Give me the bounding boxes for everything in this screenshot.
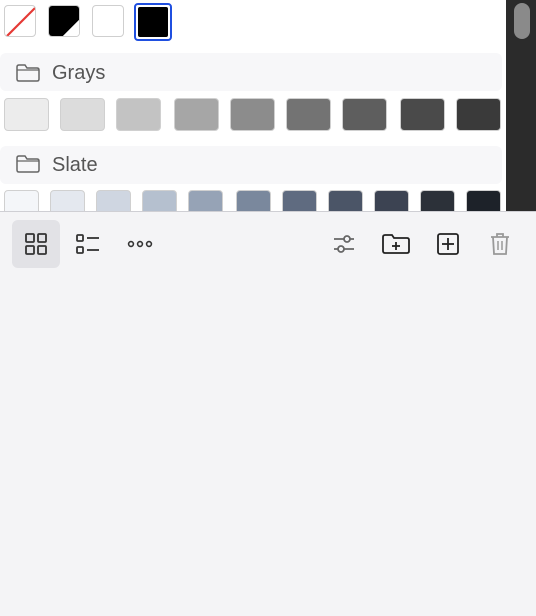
- plus-square-icon: [437, 233, 459, 255]
- more-icon: [127, 240, 153, 248]
- swatch[interactable]: [142, 190, 177, 211]
- group-label-grays: Grays: [52, 62, 106, 84]
- swatch-black-white[interactable]: [48, 5, 80, 37]
- swatch[interactable]: [96, 190, 131, 211]
- swatch[interactable]: [456, 98, 501, 131]
- swatch[interactable]: [374, 190, 409, 211]
- swatch-panel: Grays Slate: [0, 0, 506, 211]
- swatch[interactable]: [328, 190, 363, 211]
- swatch-black-selected[interactable]: [134, 3, 172, 41]
- swatch[interactable]: [466, 190, 501, 211]
- swatch[interactable]: [400, 98, 445, 131]
- folder-icon: [16, 155, 40, 173]
- adjust-button[interactable]: [320, 220, 368, 268]
- swatch-none[interactable]: [4, 5, 36, 37]
- swatch[interactable]: [286, 98, 331, 131]
- swatch[interactable]: [230, 98, 275, 131]
- grid-icon: [25, 233, 47, 255]
- trash-icon: [491, 233, 509, 255]
- new-folder-button[interactable]: [372, 220, 420, 268]
- swatch[interactable]: [116, 98, 161, 131]
- swatch[interactable]: [4, 98, 49, 131]
- swatch[interactable]: [342, 98, 387, 131]
- scrollbar-thumb[interactable]: [514, 3, 530, 39]
- group-label-slate: Slate: [52, 154, 98, 176]
- sliders-icon: [334, 235, 354, 253]
- swatch[interactable]: [50, 190, 85, 211]
- list-icon: [76, 234, 99, 254]
- bottom-toolbar: [0, 212, 536, 274]
- swatch[interactable]: [236, 190, 271, 211]
- grid-view-button[interactable]: [12, 220, 60, 268]
- group-header-slate[interactable]: Slate: [0, 146, 502, 184]
- empty-content-area: [0, 274, 536, 616]
- swatch[interactable]: [420, 190, 455, 211]
- swatch[interactable]: [188, 190, 223, 211]
- split-swatch-icon: [49, 6, 79, 36]
- none-slash-icon: [6, 7, 35, 36]
- swatch[interactable]: [282, 190, 317, 211]
- group-header-grays[interactable]: Grays: [0, 53, 502, 91]
- add-swatch-button[interactable]: [424, 220, 472, 268]
- delete-button[interactable]: [476, 220, 524, 268]
- swatch-white[interactable]: [92, 5, 124, 37]
- more-button[interactable]: [116, 220, 164, 268]
- list-view-button[interactable]: [64, 220, 112, 268]
- swatch[interactable]: [174, 98, 219, 131]
- folder-plus-icon: [382, 234, 410, 254]
- swatch[interactable]: [4, 190, 39, 211]
- folder-icon: [16, 64, 40, 82]
- swatch[interactable]: [60, 98, 105, 131]
